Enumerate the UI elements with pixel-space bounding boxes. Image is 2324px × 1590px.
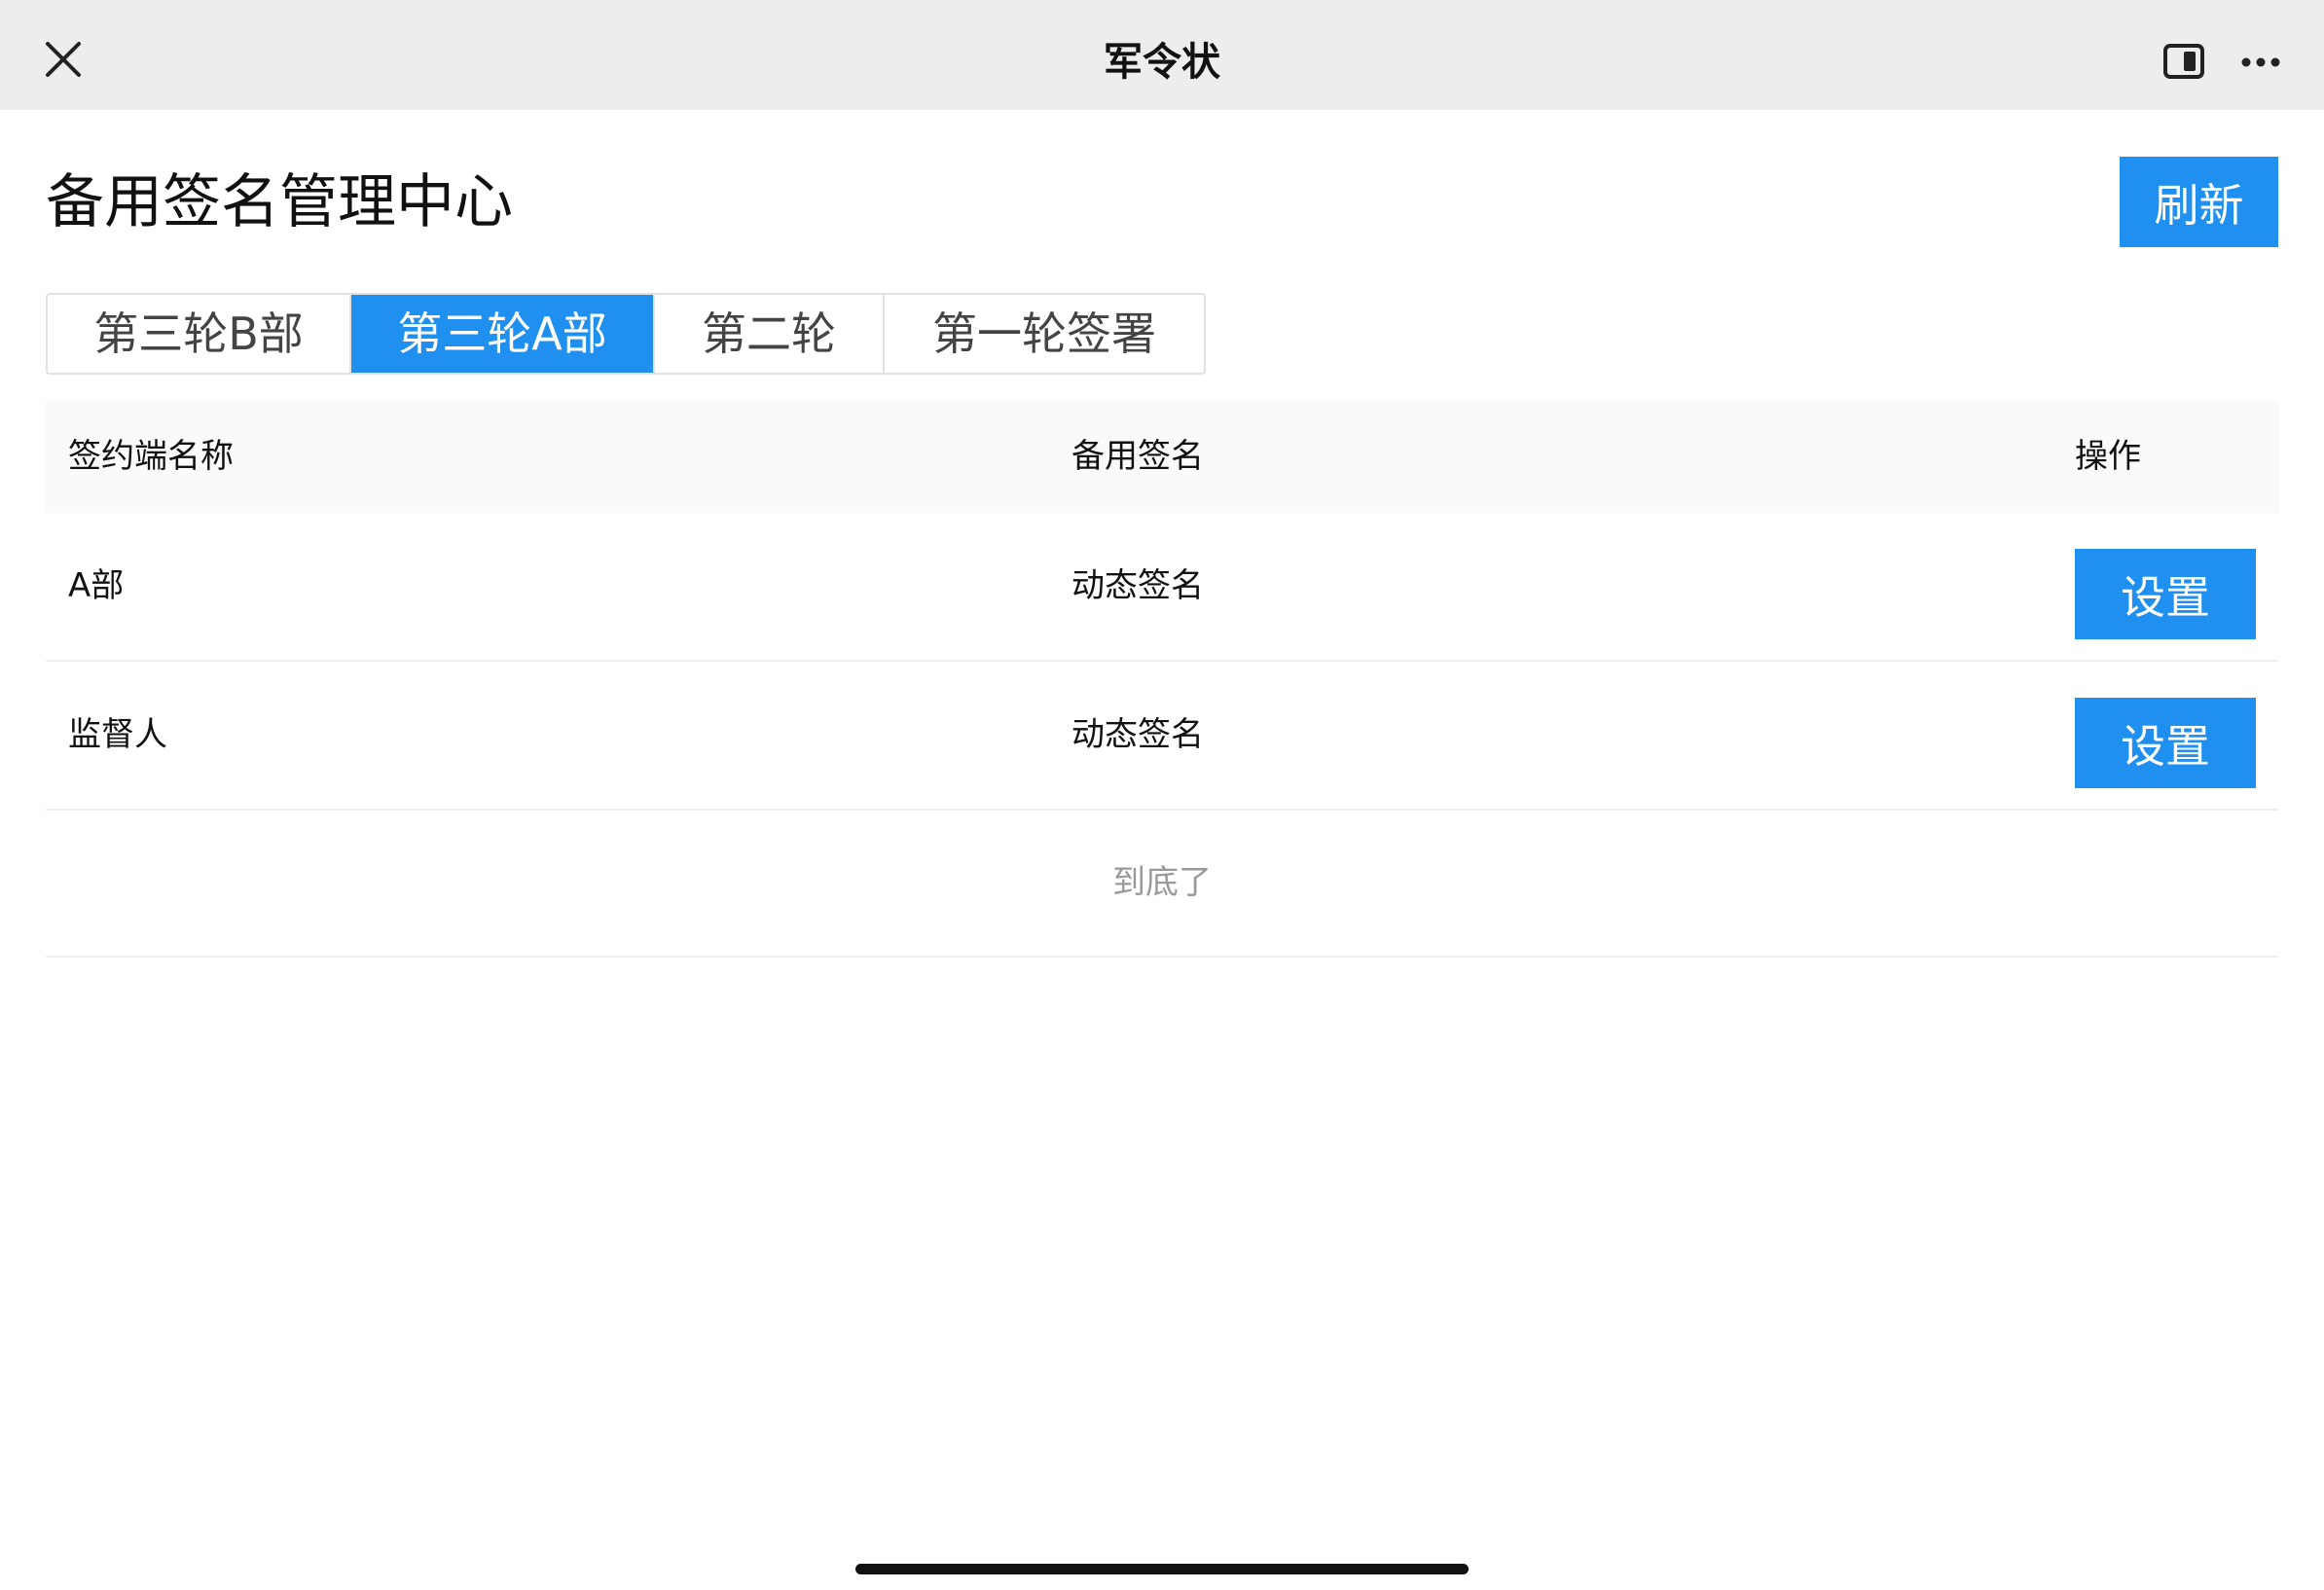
column-header-signature: 备用签名 bbox=[1071, 437, 1204, 476]
set-button[interactable]: 设置 bbox=[2075, 549, 2256, 639]
close-icon[interactable] bbox=[43, 39, 84, 80]
refresh-button[interactable]: 刷新 bbox=[2120, 157, 2278, 247]
home-indicator[interactable] bbox=[855, 1564, 1469, 1574]
tab-round2[interactable]: 第二轮 bbox=[655, 295, 885, 373]
column-header-action: 操作 bbox=[2075, 437, 2141, 476]
more-dots-icon[interactable] bbox=[2240, 49, 2281, 76]
signer-name: 监督人 bbox=[68, 715, 167, 754]
round-tabs: 第三轮B部 第三轮A部 第二轮 第一轮签署 bbox=[46, 293, 1206, 375]
set-button[interactable]: 设置 bbox=[2075, 698, 2256, 788]
page-title: 备用签名管理中心 bbox=[46, 168, 513, 236]
page: 军令状 备用签名管理中心 刷新 第三轮B部 第三轮A部 第二轮 第一轮签署 签约… bbox=[0, 0, 2324, 1590]
backup-signature: 动态签名 bbox=[1071, 715, 1204, 754]
table-row: 监督人 动态签名 设置 bbox=[46, 662, 2278, 811]
signer-name: A部 bbox=[68, 566, 125, 605]
backup-signature: 动态签名 bbox=[1071, 566, 1204, 605]
tab-round1-signing[interactable]: 第一轮签署 bbox=[885, 295, 1204, 373]
table-header-row: 签约端名称 备用签名 操作 bbox=[46, 400, 2278, 513]
top-navbar: 军令状 bbox=[0, 0, 2324, 110]
tab-round3-b[interactable]: 第三轮B部 bbox=[48, 295, 351, 373]
split-view-icon[interactable] bbox=[2162, 43, 2205, 80]
table-row: A部 动态签名 设置 bbox=[46, 513, 2278, 662]
signature-table: 签约端名称 备用签名 操作 A部 动态签名 设置 监督人 动态签名 设置 到底了 bbox=[46, 400, 2278, 958]
column-header-name: 签约端名称 bbox=[68, 437, 234, 476]
end-of-list-text: 到底了 bbox=[46, 811, 2278, 958]
window-title: 军令状 bbox=[1104, 40, 1220, 85]
tab-round3-a[interactable]: 第三轮A部 bbox=[351, 295, 655, 373]
